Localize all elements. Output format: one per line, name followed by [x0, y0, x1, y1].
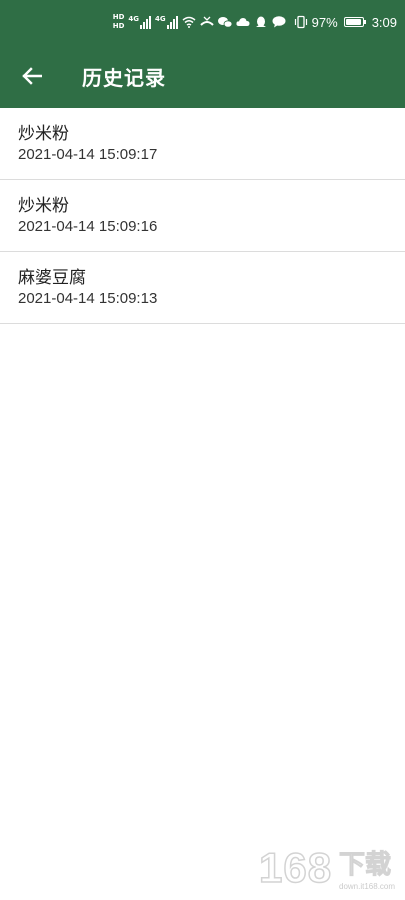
status-icons: HD HD 4G 4G 97% 3:09 — [113, 0, 397, 44]
page-title: 历史记录 — [82, 65, 166, 90]
history-item-name: 麻婆豆腐 — [18, 268, 86, 288]
signal-icon: 4G — [155, 15, 178, 29]
history-list: 炒米粉 2021-04-14 15:09:17 炒米粉 2021-04-14 1… — [0, 108, 405, 324]
history-item-time: 2021-04-14 15:09:16 — [18, 218, 158, 235]
network-type-label: 4G — [155, 15, 166, 23]
message-icon — [272, 15, 286, 29]
watermark-url: down.it168.com — [339, 882, 396, 891]
watermark-number: 168 — [258, 844, 333, 891]
qq-icon — [254, 15, 268, 29]
battery-percent: 97% — [311, 14, 338, 30]
history-item-time: 2021-04-14 15:09:17 — [18, 146, 158, 163]
hd-label: HD — [112, 13, 125, 21]
network-type-label: 4G — [128, 15, 140, 23]
battery-icon — [343, 17, 366, 27]
hd-label: HD — [112, 22, 125, 30]
history-item-name: 炒米粉 — [18, 196, 69, 216]
history-item[interactable]: 炒米粉 2021-04-14 15:09:17 — [0, 108, 405, 180]
signal-icon: 4G — [128, 15, 152, 29]
history-item[interactable]: 炒米粉 2021-04-14 15:09:16 — [0, 180, 405, 252]
missed-call-icon — [199, 15, 214, 29]
wechat-icon — [217, 15, 232, 29]
history-item[interactable]: 麻婆豆腐 2021-04-14 15:09:13 — [0, 252, 405, 324]
wifi-icon — [182, 15, 196, 29]
watermark-logo: 168 下载 down.it168.com — [253, 844, 401, 896]
watermark-text: 下载 — [338, 850, 392, 881]
app-toolbar: 历史记录 — [0, 44, 405, 108]
hd-icon: HD HD — [113, 13, 125, 31]
arrow-left-icon — [22, 67, 42, 85]
cloud-icon — [236, 15, 250, 29]
vibrate-icon — [294, 15, 308, 29]
history-item-time: 2021-04-14 15:09:13 — [18, 290, 158, 307]
back-button[interactable] — [20, 64, 44, 88]
history-item-name: 炒米粉 — [18, 124, 69, 144]
clock: 3:09 — [371, 14, 397, 30]
status-bar: HD HD 4G 4G 97% 3:09 — [0, 0, 405, 44]
